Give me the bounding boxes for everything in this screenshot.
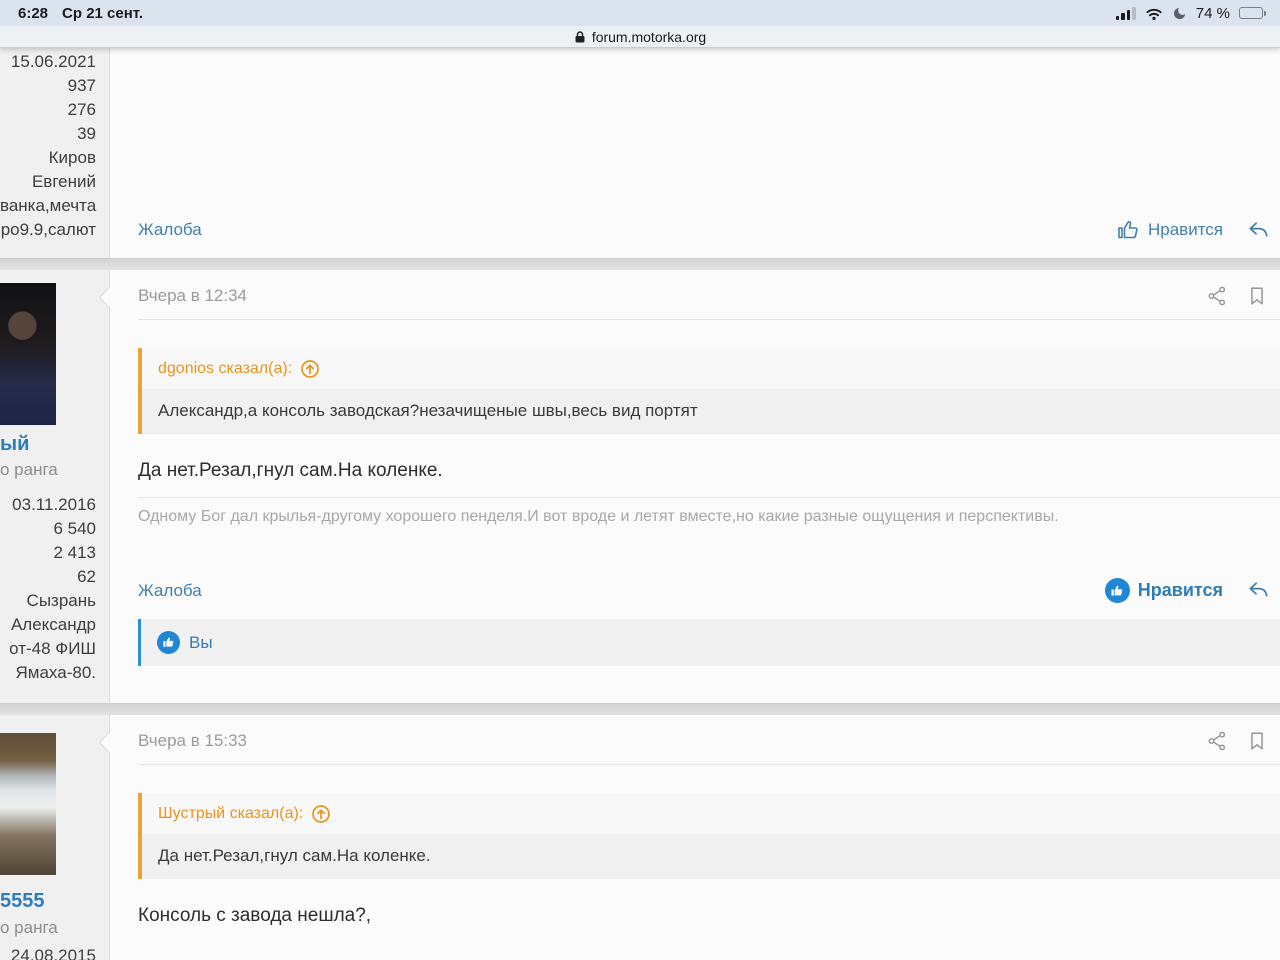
thumb-up-icon xyxy=(1116,218,1140,242)
post-2: ый о ранга 03.11.2016 6 540 2 413 62 Сыз… xyxy=(0,270,1280,703)
address-bar[interactable]: forum.motorka.org xyxy=(0,26,1280,48)
wifi-icon xyxy=(1145,5,1163,21)
user-realname: Евгений xyxy=(0,170,109,194)
user-realname: Александр xyxy=(0,613,109,637)
quote-attribution[interactable]: dgonios сказал(а): xyxy=(158,360,292,378)
post-1-userinfo: 15.06.2021 937 276 39 Киров Евгений ванк… xyxy=(0,48,110,258)
user-city: Сызрань xyxy=(0,589,109,613)
report-link[interactable]: Жалоба xyxy=(138,581,202,601)
user-points: 62 xyxy=(0,565,109,589)
thumb-up-icon xyxy=(162,636,175,649)
avatar[interactable] xyxy=(0,733,56,875)
post-body: Консоль с завода нешла?, xyxy=(138,905,1280,927)
user-motor: Ямаха-80. xyxy=(0,661,109,685)
username[interactable]: 5555 xyxy=(0,889,109,913)
likes-you-label[interactable]: Вы xyxy=(189,633,213,653)
post-3-main: Вчера в 15:33 Шустрый сказал(а): xyxy=(110,715,1280,960)
username[interactable]: ый xyxy=(0,432,109,456)
post-body: Да нет.Резал,гнул сам.На коленке. xyxy=(138,460,1280,482)
quote-text: Да нет.Резал,гнул сам.На коленке. xyxy=(142,834,1280,879)
quote-block: Шустрый сказал(а): Да нет.Резал,гнул сам… xyxy=(138,793,1280,879)
safari-window: 6:28 Ср 21 сент. 74 % xyxy=(0,0,1280,960)
bookmark-icon xyxy=(1246,285,1268,307)
post-separator xyxy=(0,703,1280,715)
share-button[interactable] xyxy=(1206,730,1228,752)
clock: 6:28 xyxy=(18,5,48,22)
circled-up-arrow-icon xyxy=(300,359,320,379)
bookmark-button[interactable] xyxy=(1246,285,1268,307)
signature-divider xyxy=(138,497,1280,498)
quote-jump-button[interactable] xyxy=(300,359,320,379)
user-rank: о ранга xyxy=(0,459,109,481)
bookmark-button[interactable] xyxy=(1246,730,1268,752)
battery-icon xyxy=(1239,7,1266,19)
user-messages: 6 540 xyxy=(0,517,109,541)
post-2-userinfo: ый о ранга 03.11.2016 6 540 2 413 62 Сыз… xyxy=(0,270,110,703)
post-1: 15.06.2021 937 276 39 Киров Евгений ванк… xyxy=(0,48,1280,258)
user-boat: от-48 ФИШ xyxy=(0,637,109,661)
user-city: Киров xyxy=(0,146,109,170)
share-button[interactable] xyxy=(1206,285,1228,307)
likes-bar[interactable]: Вы xyxy=(138,619,1280,666)
lock-icon xyxy=(574,30,586,44)
url-text: forum.motorka.org xyxy=(592,29,706,45)
user-likes: 276 xyxy=(0,98,109,122)
quote-jump-button[interactable] xyxy=(311,804,331,824)
like-button[interactable]: Нравится xyxy=(1116,218,1223,242)
reply-button[interactable] xyxy=(1247,219,1270,242)
user-points: 39 xyxy=(0,122,109,146)
user-joined: 15.06.2021 xyxy=(0,50,109,74)
user-boat: ванка,мечта xyxy=(0,194,109,218)
like-button[interactable]: Нравится xyxy=(1105,578,1223,603)
post-timestamp[interactable]: Вчера в 15:33 xyxy=(138,731,247,751)
post-2-main: Вчера в 12:34 dgonios сказал(а): xyxy=(110,270,1280,703)
moon-icon xyxy=(1172,6,1187,21)
cellular-signal-icon xyxy=(1116,7,1136,20)
battery-percent: 74 % xyxy=(1196,5,1230,22)
reply-arrow-icon xyxy=(1247,219,1270,242)
user-motor: ро9.9,салют xyxy=(0,218,109,242)
thumb-up-icon xyxy=(1110,584,1124,598)
report-link[interactable]: Жалоба xyxy=(138,220,202,240)
share-icon xyxy=(1206,730,1228,752)
browser-chrome: 6:28 Ср 21 сент. 74 % xyxy=(0,0,1280,48)
reply-button[interactable] xyxy=(1247,579,1270,602)
bookmark-icon xyxy=(1246,730,1268,752)
liked-thumb-circle xyxy=(1105,578,1130,603)
post-3: 5555 о ранга 24.08.2015 Вчера в 15:33 xyxy=(0,715,1280,960)
post-timestamp[interactable]: Вчера в 12:34 xyxy=(138,286,247,306)
signature: Одному Бог дал крылья-другому хорошего п… xyxy=(138,508,1280,526)
quote-text: Александр,а консоль заводская?незачищены… xyxy=(142,389,1280,434)
user-joined: 03.11.2016 xyxy=(0,493,109,517)
quote-attribution[interactable]: Шустрый сказал(а): xyxy=(158,805,303,823)
user-rank: о ранга xyxy=(0,917,109,939)
status-bar: 6:28 Ср 21 сент. 74 % xyxy=(0,0,1280,26)
quote-block: dgonios сказал(а): Александр,а консоль з… xyxy=(138,348,1280,434)
circled-up-arrow-icon xyxy=(311,804,331,824)
share-icon xyxy=(1206,285,1228,307)
liked-thumb-circle xyxy=(157,631,180,654)
status-date: Ср 21 сент. xyxy=(62,5,143,22)
avatar[interactable] xyxy=(0,283,56,425)
post-3-userinfo: 5555 о ранга 24.08.2015 xyxy=(0,715,110,960)
user-joined: 24.08.2015 xyxy=(11,944,109,960)
post-1-main: Жалоба Нравится xyxy=(110,48,1280,258)
user-likes: 2 413 xyxy=(0,541,109,565)
post-separator xyxy=(0,258,1280,270)
reply-arrow-icon xyxy=(1247,579,1270,602)
user-messages: 937 xyxy=(0,74,109,98)
